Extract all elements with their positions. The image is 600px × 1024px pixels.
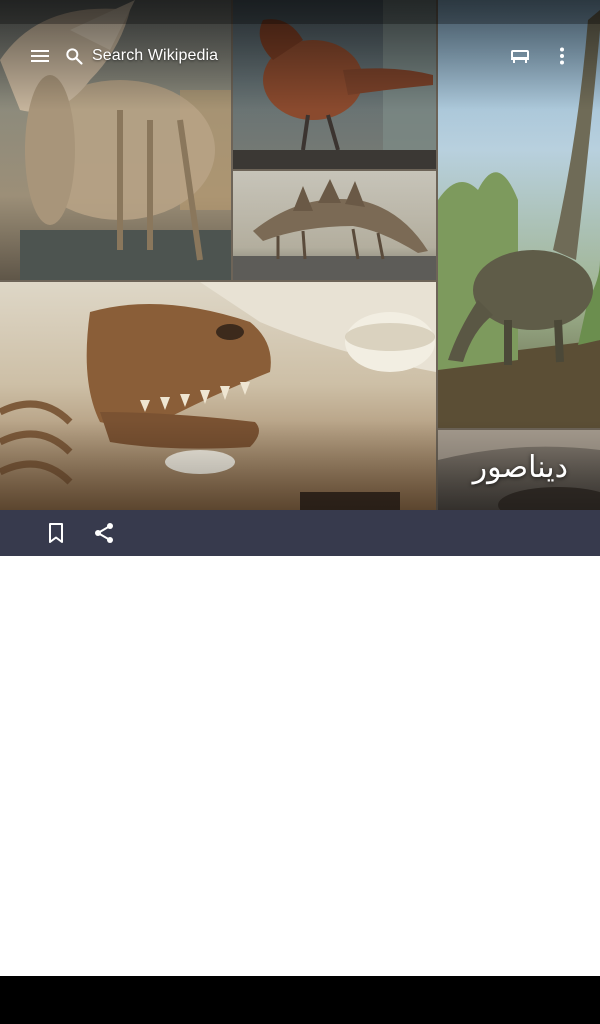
- article-action-bar: [0, 510, 600, 556]
- overflow-menu-button[interactable]: [538, 32, 586, 80]
- bookmark-outline-icon: [49, 523, 63, 543]
- article-title: ديناصور: [472, 450, 568, 485]
- menu-button[interactable]: [16, 32, 64, 80]
- hamburger-menu-icon: [31, 50, 49, 62]
- share-icon: [95, 523, 113, 543]
- article-content: [0, 556, 600, 976]
- lead-image-tile-stegosaurus: [233, 171, 436, 280]
- share-button[interactable]: [80, 510, 128, 556]
- search-bar[interactable]: Search Wikipedia: [64, 36, 244, 76]
- reading-list-icon: [511, 50, 529, 63]
- search-icon: [66, 48, 83, 65]
- status-bar: [0, 0, 600, 24]
- lead-image-tile-trex-skull: [0, 282, 436, 510]
- more-vert-icon: [560, 47, 564, 65]
- bookmark-button[interactable]: [32, 510, 80, 556]
- article-screen: ديناصور Search Wikipedia: [0, 0, 600, 1024]
- reading-lists-button[interactable]: [496, 32, 544, 80]
- toolbar: Search Wikipedia: [0, 24, 600, 88]
- search-placeholder: Search Wikipedia: [92, 47, 219, 64]
- system-navigation-bar: [0, 976, 600, 1024]
